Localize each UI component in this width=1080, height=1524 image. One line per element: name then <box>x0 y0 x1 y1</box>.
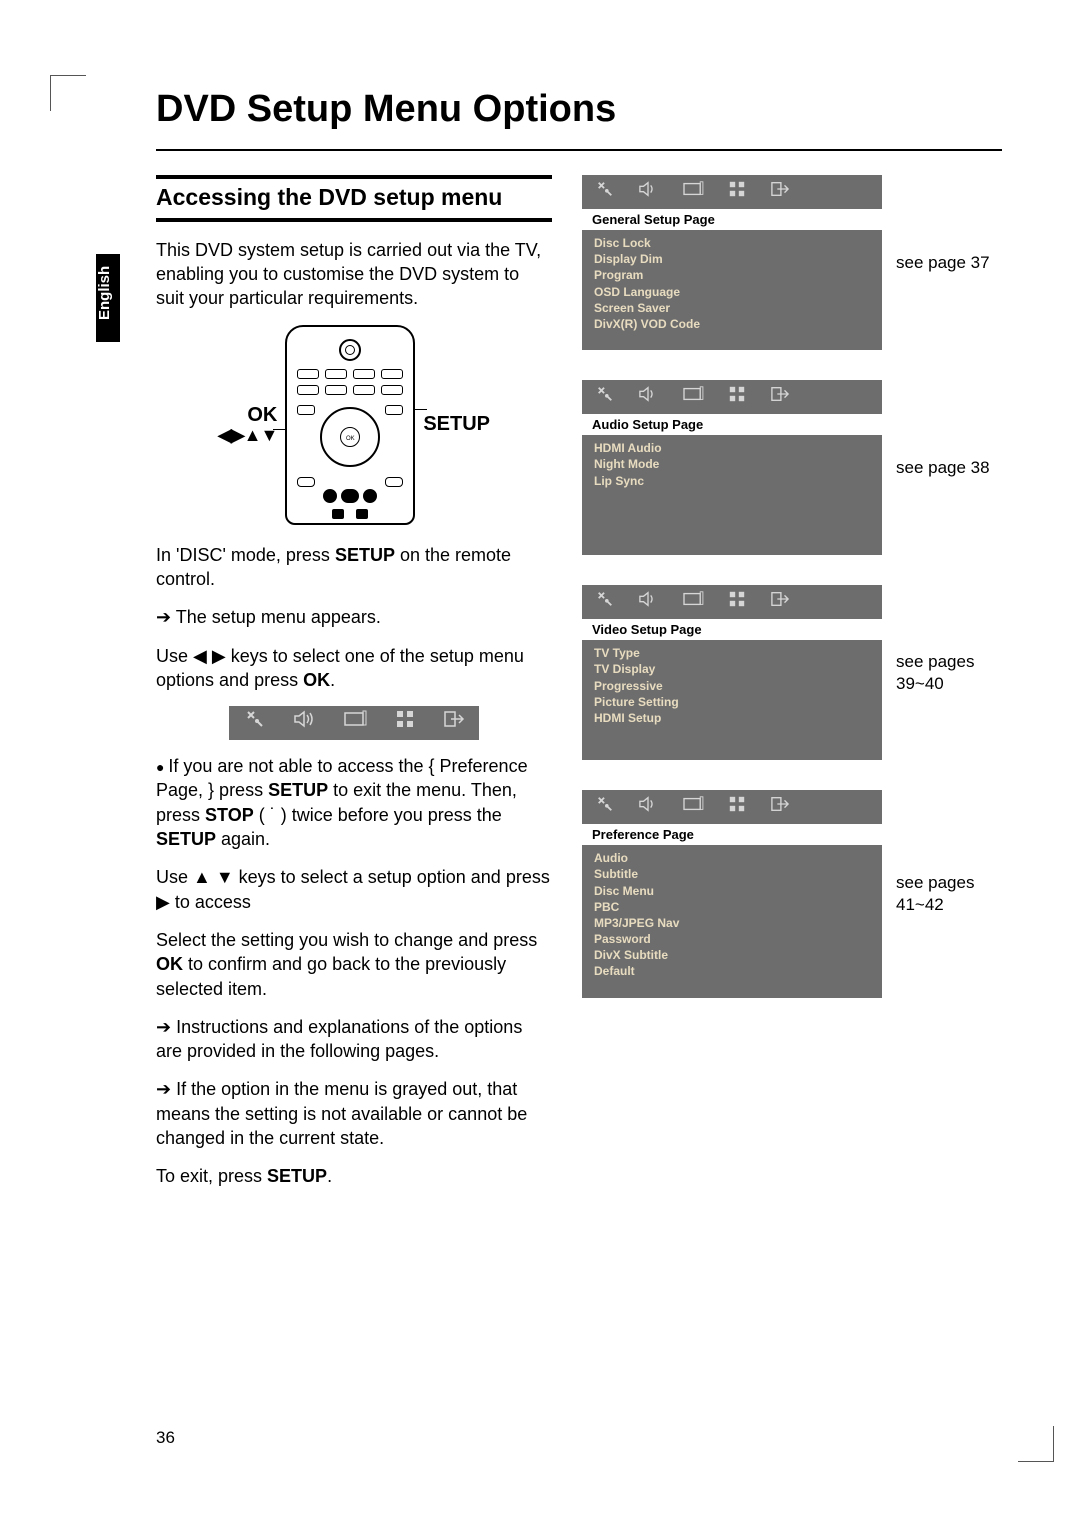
display-icon <box>682 385 704 409</box>
menu-page-title: Audio Setup Page <box>582 414 882 435</box>
remote-diagram: OK ◀▶▲▼ <box>156 325 552 525</box>
menu-item: Disc Lock <box>594 235 872 251</box>
menu-general: General Setup Page Disc Lock Display Dim… <box>582 175 1002 350</box>
title-rule <box>156 149 1002 151</box>
menu-icon-strip <box>582 790 882 824</box>
menu-icon-strip <box>582 175 882 209</box>
tools-icon <box>596 180 614 204</box>
page-reference: see pages 39~40 <box>896 651 996 695</box>
menu-icon-strip <box>582 380 882 414</box>
menu-item: Display Dim <box>594 251 872 267</box>
menu-item: DivX Subtitle <box>594 947 872 963</box>
page-reference: see page 37 <box>896 252 996 274</box>
step-5: Select the setting you wish to change an… <box>156 928 552 1001</box>
tools-icon <box>596 590 614 614</box>
menu-preference: Preference Page Audio Subtitle Disc Menu… <box>582 790 1002 998</box>
menu-item: Audio <box>594 850 872 866</box>
ok-label: OK <box>218 404 277 426</box>
menu-item: PBC <box>594 899 872 915</box>
menu-item: Program <box>594 267 872 283</box>
nav-arrows-label: ◀▶▲▼ <box>218 426 277 446</box>
display-icon <box>682 180 704 204</box>
exit-icon <box>770 385 790 409</box>
pixels-icon <box>728 795 746 819</box>
crop-mark-tl <box>50 75 86 111</box>
menu-page-title: Video Setup Page <box>582 619 882 640</box>
menu-item: Lip Sync <box>594 473 872 489</box>
left-column: Accessing the DVD setup menu This DVD sy… <box>156 175 552 1203</box>
step-1-result: The setup menu appears. <box>156 605 552 629</box>
exit-icon <box>443 709 465 737</box>
tools-icon <box>245 709 265 737</box>
menu-item: TV Type <box>594 645 872 661</box>
menu-item: DivX(R) VOD Code <box>594 316 872 332</box>
step-1: In 'DISC' mode, press SETUP on the remot… <box>156 543 552 592</box>
section-heading: Accessing the DVD setup menu <box>156 175 552 222</box>
menu-item: TV Display <box>594 661 872 677</box>
speaker-icon <box>638 795 658 819</box>
pixels-icon <box>728 180 746 204</box>
step-4: Use ▲ ▼ keys to select a setup option an… <box>156 865 552 914</box>
pixels-icon <box>728 385 746 409</box>
display-icon <box>343 709 367 737</box>
page-reference: see page 38 <box>896 457 996 479</box>
menu-page-title: Preference Page <box>582 824 882 845</box>
menu-audio: Audio Setup Page HDMI Audio Night Mode L… <box>582 380 1002 555</box>
display-icon <box>682 590 704 614</box>
display-icon <box>682 795 704 819</box>
pixels-icon <box>395 709 415 737</box>
page-number: 36 <box>156 1428 175 1448</box>
menu-icon-strip-demo <box>229 706 479 740</box>
pixels-icon <box>728 590 746 614</box>
menu-icon-strip <box>582 585 882 619</box>
speaker-icon <box>638 590 658 614</box>
menu-item: Progressive <box>594 678 872 694</box>
tools-icon <box>596 385 614 409</box>
speaker-icon <box>293 709 315 737</box>
setup-label: SETUP <box>423 411 490 438</box>
menu-item: Default <box>594 963 872 979</box>
menu-item: Subtitle <box>594 866 872 882</box>
exit-icon <box>770 590 790 614</box>
menu-item: Disc Menu <box>594 883 872 899</box>
menu-item: OSD Language <box>594 284 872 300</box>
page-reference: see pages 41~42 <box>896 872 996 916</box>
menu-item: MP3/JPEG Nav <box>594 915 872 931</box>
menu-item: Night Mode <box>594 456 872 472</box>
menu-item: HDMI Audio <box>594 440 872 456</box>
page-title: DVD Setup Menu Options <box>156 88 1002 131</box>
page-content: DVD Setup Menu Options Accessing the DVD… <box>92 88 1002 1203</box>
menu-item: Picture Setting <box>594 694 872 710</box>
speaker-icon <box>638 180 658 204</box>
menu-video: Video Setup Page TV Type TV Display Prog… <box>582 585 1002 760</box>
step-2: Use ◀ ▶ keys to select one of the setup … <box>156 644 552 693</box>
menu-item: Password <box>594 931 872 947</box>
menu-item: Screen Saver <box>594 300 872 316</box>
step-5-result-2: If the option in the menu is grayed out,… <box>156 1077 552 1150</box>
crop-mark-br <box>1018 1426 1054 1462</box>
exit-icon <box>770 180 790 204</box>
remote-control-illustration <box>285 325 415 525</box>
right-column: General Setup Page Disc Lock Display Dim… <box>582 175 1002 1203</box>
menu-page-title: General Setup Page <box>582 209 882 230</box>
exit-icon <box>770 795 790 819</box>
step-6: To exit, press SETUP. <box>156 1164 552 1188</box>
speaker-icon <box>638 385 658 409</box>
intro-text: This DVD system setup is carried out via… <box>156 238 552 311</box>
menu-item: HDMI Setup <box>594 710 872 726</box>
step-5-result: Instructions and explanations of the opt… <box>156 1015 552 1064</box>
step-3: If you are not able to access the { Pref… <box>156 754 552 851</box>
tools-icon <box>596 795 614 819</box>
